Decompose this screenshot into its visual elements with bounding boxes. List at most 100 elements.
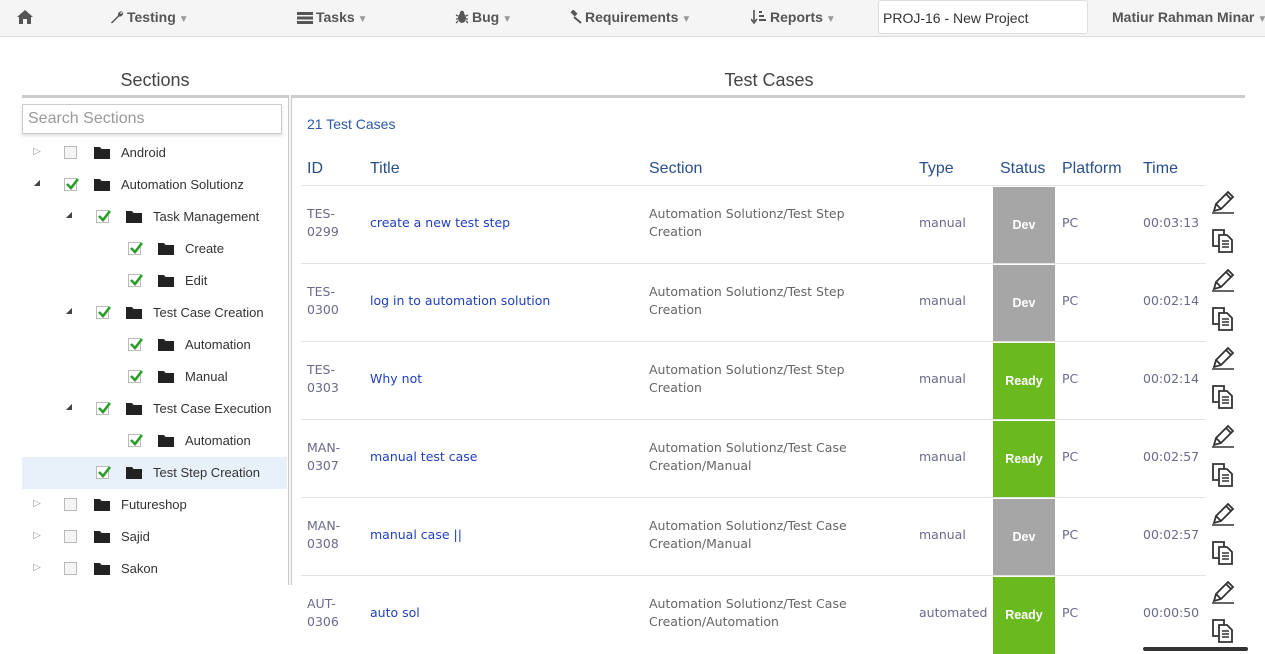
tree-node-label[interactable]: Create — [185, 241, 224, 256]
nav-bug[interactable]: Bug ▼ — [455, 0, 512, 36]
test-case-id[interactable]: TES- 0299 — [307, 205, 339, 241]
edit-icon[interactable] — [1209, 344, 1237, 377]
copy-icon[interactable] — [1209, 304, 1237, 337]
edit-icon[interactable] — [1209, 422, 1237, 455]
collapse-arrow-icon[interactable]: ◢ — [63, 402, 75, 411]
tree-node-label[interactable]: Test Step Creation — [153, 465, 260, 480]
user-menu[interactable]: Matiur Rahman Minar ▼ — [1112, 0, 1265, 36]
tree-checkbox[interactable] — [64, 530, 77, 543]
tree-node[interactable]: ◢ Task Management — [22, 201, 287, 233]
scrollbar[interactable] — [1143, 647, 1248, 651]
edit-icon[interactable] — [1209, 266, 1237, 299]
edit-icon[interactable] — [1209, 500, 1237, 533]
test-case-title-link[interactable]: Why not — [370, 370, 422, 388]
home-icon[interactable] — [17, 0, 36, 36]
test-case-id[interactable]: TES- 0303 — [307, 361, 339, 397]
cases-divider — [292, 95, 1245, 98]
column-header-section[interactable]: Section — [649, 160, 702, 178]
search-sections-input[interactable] — [22, 104, 282, 134]
test-case-title-link[interactable]: manual case || — [370, 526, 462, 544]
test-case-title-link[interactable]: manual test case — [370, 448, 478, 466]
column-header-type[interactable]: Type — [919, 160, 954, 178]
expand-arrow-icon[interactable]: ▷ — [31, 530, 43, 541]
edit-icon[interactable] — [1209, 578, 1237, 611]
tree-checkbox[interactable] — [64, 498, 77, 511]
tree-node[interactable]: Automation — [22, 329, 287, 361]
tree-node[interactable]: ◢ Automation Solutionz — [22, 169, 287, 201]
panel-splitter[interactable] — [288, 95, 292, 585]
tree-node-label[interactable]: Sajid — [121, 529, 150, 544]
test-case-id[interactable]: MAN- 0308 — [307, 517, 340, 553]
tree-checkbox[interactable] — [128, 242, 144, 255]
test-case-id[interactable]: MAN- 0307 — [307, 439, 340, 475]
test-case-platform: PC — [1062, 215, 1079, 230]
top-navbar: Testing ▼ Tasks ▼ Bug ▼ Requirements ▼ Repor… — [0, 0, 1265, 37]
test-case-title-link[interactable]: auto sol — [370, 604, 420, 622]
expand-arrow-icon[interactable]: ▷ — [31, 146, 43, 157]
tree-node[interactable]: ◢ Test Case Execution — [22, 393, 287, 425]
tree-checkbox[interactable] — [96, 210, 112, 223]
tree-checkbox[interactable] — [64, 178, 80, 191]
expand-arrow-icon[interactable]: ▷ — [31, 498, 43, 509]
tree-node-label[interactable]: Futureshop — [121, 497, 187, 512]
column-header-status[interactable]: Status — [1000, 160, 1045, 178]
column-header-id[interactable]: ID — [307, 160, 323, 178]
tree-node-label[interactable]: Test Case Execution — [153, 401, 272, 416]
tree-node-label[interactable]: Sakon — [121, 561, 158, 576]
nav-requirements-label: Requirements — [585, 9, 679, 25]
row-divider — [301, 497, 1206, 498]
tree-node-label[interactable]: Manual — [185, 369, 228, 384]
tree-checkbox[interactable] — [128, 338, 144, 351]
tree-node[interactable]: Automation — [22, 425, 287, 457]
tree-node[interactable]: ◢ Test Case Creation — [22, 297, 287, 329]
copy-icon[interactable] — [1209, 460, 1237, 493]
tree-checkbox[interactable] — [64, 146, 77, 159]
column-header-time[interactable]: Time — [1143, 160, 1178, 178]
tree-checkbox[interactable] — [128, 370, 144, 383]
collapse-arrow-icon[interactable]: ◢ — [63, 210, 75, 219]
tree-checkbox[interactable] — [128, 274, 144, 287]
tree-node-label[interactable]: Test Case Creation — [153, 305, 264, 320]
tree-node[interactable]: ▷ Sajid — [22, 521, 287, 553]
column-header-title[interactable]: Title — [370, 160, 400, 178]
nav-testing[interactable]: Testing ▼ — [110, 0, 189, 36]
test-case-id[interactable]: TES- 0300 — [307, 283, 339, 319]
edit-icon[interactable] — [1209, 188, 1237, 221]
expand-arrow-icon[interactable]: ▷ — [31, 562, 43, 573]
nav-reports[interactable]: Reports ▼ — [750, 0, 836, 36]
tree-checkbox[interactable] — [128, 434, 144, 447]
tree-node[interactable]: ▷ Futureshop — [22, 489, 287, 521]
project-selector[interactable]: PROJ-16 - New Project — [878, 0, 1088, 34]
nav-requirements[interactable]: Requirements ▼ — [568, 0, 691, 36]
collapse-arrow-icon[interactable]: ◢ — [63, 306, 75, 315]
test-case-id[interactable]: AUT- 0306 — [307, 595, 339, 631]
test-case-title-link[interactable]: log in to automation solution — [370, 292, 550, 310]
tree-node-label[interactable]: Automation — [185, 433, 251, 448]
tree-node[interactable]: Edit — [22, 265, 287, 297]
status-badge: Ready — [993, 421, 1055, 498]
tree-node-label[interactable]: Android — [121, 145, 166, 160]
column-header-platform[interactable]: Platform — [1062, 160, 1122, 178]
tree-checkbox[interactable] — [96, 466, 112, 479]
tree-node-label[interactable]: Edit — [185, 273, 207, 288]
copy-icon[interactable] — [1209, 226, 1237, 259]
tree-node-label[interactable]: Automation Solutionz — [121, 177, 244, 192]
tree-node[interactable]: ▷ Android — [22, 137, 287, 169]
tree-node-label[interactable]: Task Management — [153, 209, 259, 224]
tree-node[interactable]: Manual — [22, 361, 287, 393]
tree-checkbox[interactable] — [96, 306, 112, 319]
tree-node-label[interactable]: Automation — [185, 337, 251, 352]
tree-checkbox[interactable] — [96, 402, 112, 415]
copy-icon[interactable] — [1209, 538, 1237, 571]
nav-tasks[interactable]: Tasks ▼ — [297, 0, 368, 36]
copy-icon[interactable] — [1209, 616, 1237, 649]
test-case-time: 00:02:14 — [1143, 293, 1200, 308]
test-case-title-link[interactable]: create a new test step — [370, 214, 510, 232]
tree-checkbox[interactable] — [64, 562, 77, 575]
nav-reports-label: Reports — [770, 9, 823, 25]
tree-node[interactable]: Test Step Creation — [22, 457, 287, 489]
copy-icon[interactable] — [1209, 382, 1237, 415]
collapse-arrow-icon[interactable]: ◢ — [31, 178, 43, 187]
tree-node[interactable]: Create — [22, 233, 287, 265]
tree-node[interactable]: ▷ Sakon — [22, 553, 287, 585]
